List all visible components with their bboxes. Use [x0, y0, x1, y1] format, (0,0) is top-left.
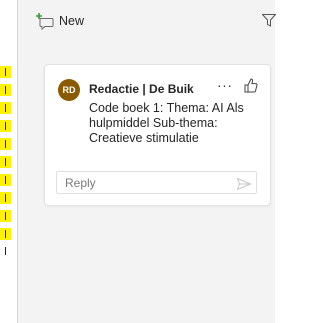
- text-highlight: [0, 84, 11, 96]
- text-highlight: [0, 210, 11, 222]
- more-actions-button[interactable]: ···: [217, 77, 233, 93]
- text-highlight: [0, 174, 11, 186]
- text-highlight: [0, 66, 11, 78]
- text-highlight: [0, 138, 11, 150]
- text-highlight: [0, 228, 11, 240]
- comments-pane: New RD Redactie | De Buik ··· Code boek …: [18, 0, 277, 323]
- comment-card[interactable]: RD Redactie | De Buik ··· Code boek 1: T…: [45, 65, 270, 205]
- send-icon[interactable]: [236, 177, 252, 195]
- document-edge: [0, 0, 17, 323]
- reply-input[interactable]: Reply: [56, 171, 257, 194]
- avatar: RD: [58, 79, 80, 101]
- new-comment-button[interactable]: New: [35, 11, 84, 31]
- document-text-fragment: [5, 247, 6, 255]
- new-comment-label: New: [59, 14, 85, 28]
- text-highlight: [0, 102, 11, 114]
- comment-text: Code boek 1: Thema: AI Als hulpmiddel Su…: [89, 101, 244, 145]
- text-highlight: [0, 120, 11, 132]
- filter-icon[interactable]: [261, 14, 277, 32]
- new-comment-icon: [35, 12, 55, 30]
- reply-placeholder: Reply: [65, 176, 96, 190]
- thumbs-up-icon[interactable]: [244, 78, 258, 98]
- text-highlight: [0, 192, 11, 204]
- text-highlight: [0, 156, 11, 168]
- comment-author: Redactie | De Buik: [89, 82, 194, 96]
